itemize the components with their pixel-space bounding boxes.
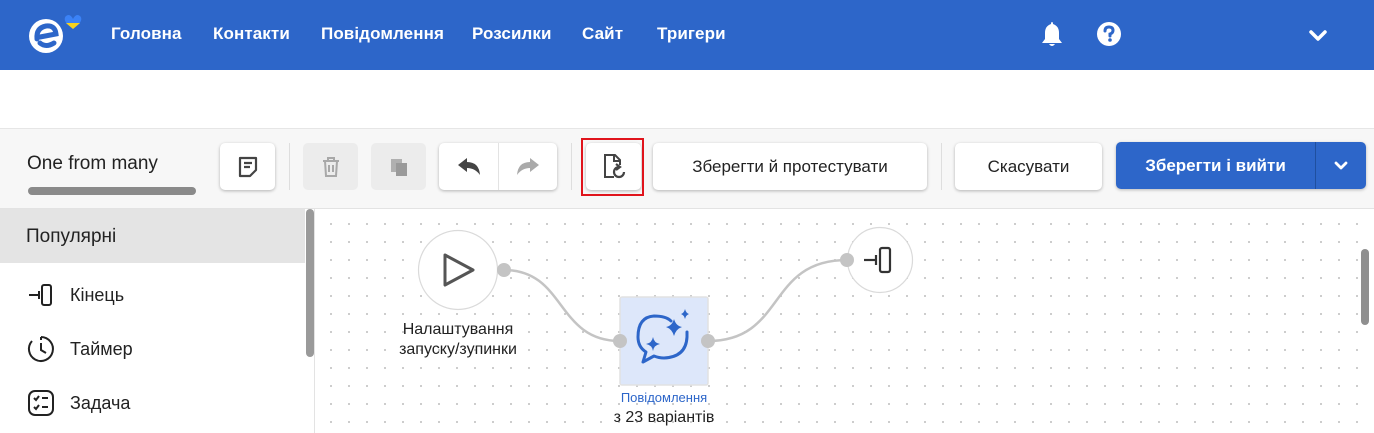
message-node-subtitle: з 23 варіантів xyxy=(613,409,715,426)
sidebar-item-label: Задача xyxy=(70,392,131,413)
nav-campaigns[interactable]: Розсилки xyxy=(472,24,552,44)
nav-triggers[interactable]: Тригери xyxy=(657,24,726,44)
output-port xyxy=(701,334,715,348)
flow-canvas[interactable]: Налаштування запуску/зупинки Повідомленн… xyxy=(316,209,1374,433)
message-node-title: Повідомлення xyxy=(620,390,708,405)
nav-home[interactable]: Головна xyxy=(111,24,182,44)
note-button[interactable] xyxy=(220,143,275,190)
cancel-button[interactable]: Скасувати xyxy=(955,143,1102,190)
save-and-exit-button[interactable]: Зберегти і вийти xyxy=(1116,142,1315,189)
sidebar-item-timer[interactable]: Таймер xyxy=(26,333,133,365)
copy-button[interactable] xyxy=(371,143,426,190)
nav-site[interactable]: Сайт xyxy=(582,24,623,44)
flow-name[interactable]: One from many xyxy=(27,153,158,175)
help-icon[interactable] xyxy=(1096,20,1122,48)
flow-name-underline xyxy=(28,187,196,195)
save-and-test-label: Зберегти й протестувати xyxy=(692,156,888,176)
note-icon xyxy=(238,156,257,177)
redo-button[interactable] xyxy=(499,143,557,190)
highlight-box xyxy=(581,138,644,196)
nav-contacts[interactable]: Контакти xyxy=(213,24,290,44)
end-node[interactable] xyxy=(840,226,914,294)
bell-icon[interactable] xyxy=(1039,20,1065,48)
connector-message-to-end xyxy=(707,258,848,343)
chevron-down-icon xyxy=(1334,161,1348,169)
sidebar-category-label: Популярні xyxy=(26,226,117,247)
save-and-exit-split-button: Зберегти і вийти xyxy=(1116,142,1366,189)
sidebar-item-end[interactable]: Кінець xyxy=(26,279,124,311)
copy-icon xyxy=(390,158,407,176)
undo-button[interactable] xyxy=(439,143,498,190)
message-node[interactable] xyxy=(613,296,715,386)
canvas-scrollbar[interactable] xyxy=(1361,249,1369,325)
chevron-down-icon[interactable] xyxy=(1305,22,1331,50)
redo-icon xyxy=(517,157,539,175)
sidebar-category[interactable]: Популярні xyxy=(0,209,305,263)
blocks-sidebar: Популярні Кінець Таймер Задача xyxy=(0,209,315,433)
cancel-label: Скасувати xyxy=(987,156,1070,176)
delete-button[interactable] xyxy=(303,143,358,190)
end-icon xyxy=(29,284,52,306)
sidebar-item-label: Таймер xyxy=(70,338,133,359)
trash-icon xyxy=(322,156,339,177)
output-port xyxy=(497,263,511,277)
start-node-label: Налаштування запуску/зупинки xyxy=(399,321,517,358)
top-navigation: Головна Контакти Повідомлення Розсилки С… xyxy=(0,0,1374,70)
input-port xyxy=(840,253,854,267)
sidebar-item-task[interactable]: Задача xyxy=(26,387,130,419)
undo-icon xyxy=(457,157,480,175)
task-icon xyxy=(28,390,54,416)
logo-icon[interactable] xyxy=(26,12,92,58)
nav-messages[interactable]: Повідомлення xyxy=(321,24,444,44)
undo-redo-group xyxy=(439,143,557,190)
sidebar-scrollbar[interactable] xyxy=(306,209,314,357)
timer-icon xyxy=(27,336,54,362)
input-port xyxy=(613,334,627,348)
start-node[interactable] xyxy=(417,229,512,311)
save-options-dropdown[interactable] xyxy=(1316,142,1366,189)
save-and-test-button[interactable]: Зберегти й протестувати xyxy=(653,143,927,190)
sidebar-item-label: Кінець xyxy=(70,284,125,305)
